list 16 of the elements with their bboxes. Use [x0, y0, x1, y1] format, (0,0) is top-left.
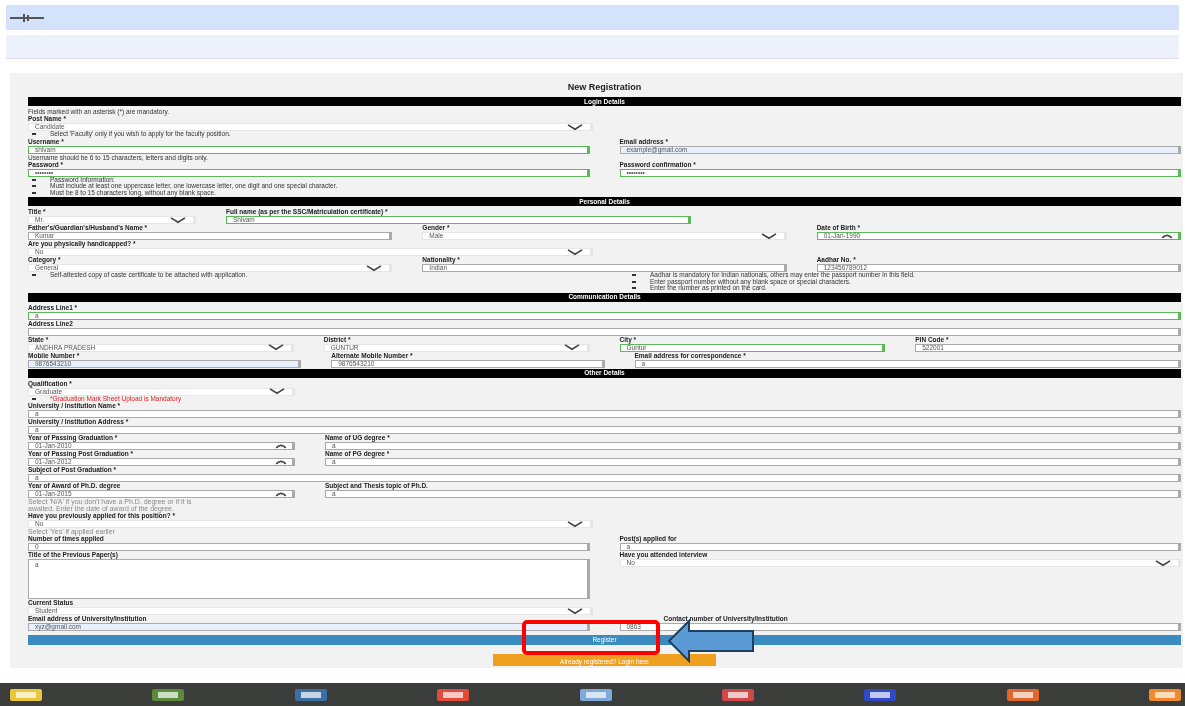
- input-field[interactable]: [28, 327, 1181, 336]
- bullet-icon: [32, 133, 36, 136]
- calendar-icon: [274, 491, 288, 497]
- bullet-icon: [632, 274, 636, 277]
- bullet-icon: [632, 280, 636, 283]
- calendar-icon: [274, 443, 288, 449]
- bullet-icon: [32, 397, 36, 400]
- form-title: New Registration: [566, 81, 643, 94]
- bullet-icon: [32, 178, 36, 181]
- bullet-icon: [32, 191, 36, 194]
- pin-icon[interactable]: [10, 12, 44, 23]
- bullet-icon: [32, 185, 36, 188]
- calendar-icon: [1160, 233, 1174, 239]
- bullet-icon: [32, 274, 36, 277]
- calendar-icon: [274, 459, 288, 465]
- bullet-icon: [632, 287, 636, 290]
